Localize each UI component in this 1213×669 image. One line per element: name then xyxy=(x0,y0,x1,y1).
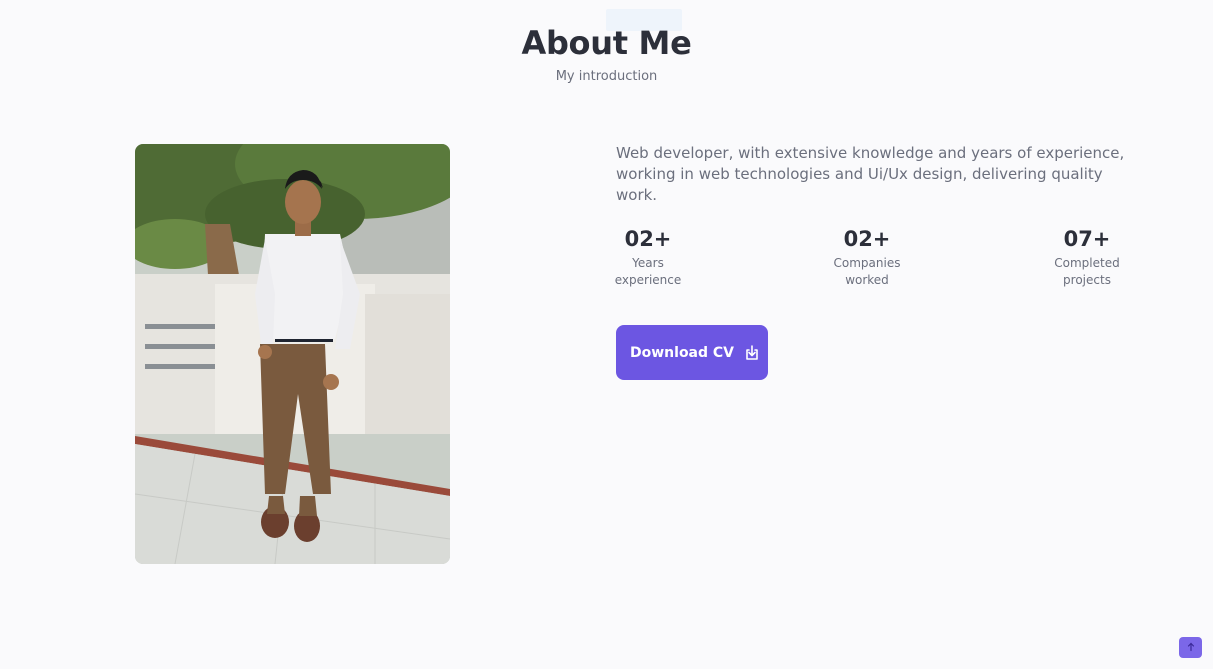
stat-value: 02+ xyxy=(624,227,672,251)
stat-label-line: Companies xyxy=(833,256,901,270)
about-section: About Me My introduction Web developer, … xyxy=(0,0,1213,669)
page-subtitle: My introduction xyxy=(555,69,658,84)
stat-label-line: worked xyxy=(845,273,889,287)
scroll-top-button[interactable] xyxy=(1179,637,1202,658)
stat-label-line: Years xyxy=(632,256,664,270)
stat-value: 02+ xyxy=(843,227,891,251)
profile-photo xyxy=(135,144,450,564)
stat-label-line: Completed xyxy=(1054,256,1120,270)
title-wrap: About Me xyxy=(0,22,1213,64)
stat-label-line: experience xyxy=(614,273,682,287)
stat-years-experience: 02+ Years experience xyxy=(593,226,703,289)
stat-value: 07+ xyxy=(1063,227,1111,251)
stat-label: Completed projects xyxy=(1032,255,1142,289)
arrow-up-icon xyxy=(1186,640,1196,655)
stat-label: Companies worked xyxy=(812,255,922,289)
download-cv-button[interactable]: Download CV xyxy=(616,325,768,380)
stat-label: Years experience xyxy=(593,255,703,289)
page-title: About Me xyxy=(521,24,692,62)
download-icon xyxy=(744,344,760,361)
stat-completed-projects: 07+ Completed projects xyxy=(1032,226,1142,289)
about-description: Web developer, with extensive knowledge … xyxy=(616,144,1125,204)
stat-label-line: projects xyxy=(1063,273,1111,287)
download-cv-label: Download CV xyxy=(630,344,735,361)
stat-companies-worked: 02+ Companies worked xyxy=(812,226,922,289)
